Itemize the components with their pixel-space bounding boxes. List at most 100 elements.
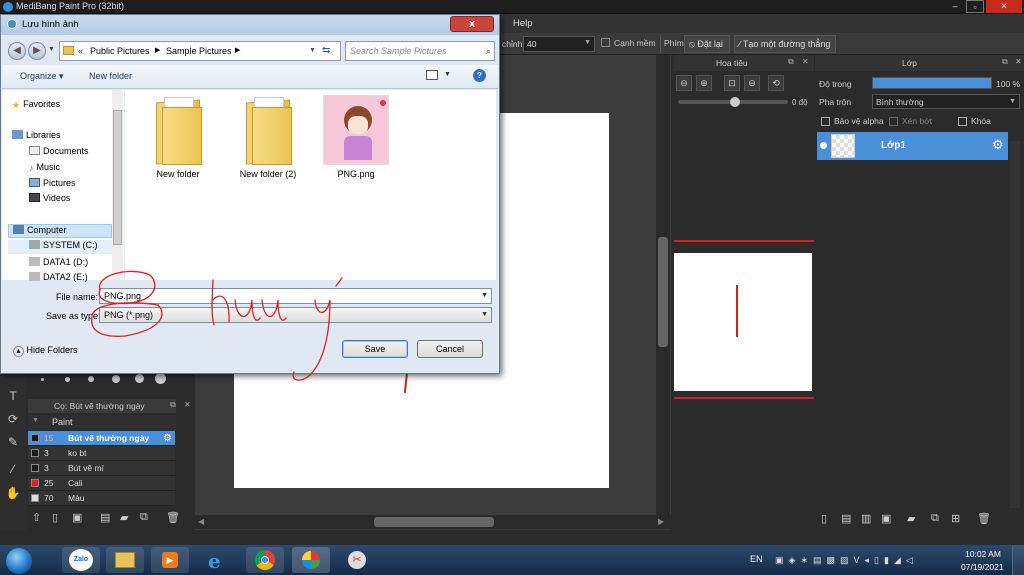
organize-button[interactable]: Organize ▾ (20, 71, 64, 82)
nav-scrollbar[interactable] (112, 90, 123, 280)
canvas-horizontal-scrollbar[interactable]: ◀ ▶ (195, 515, 671, 529)
zoom-reset-icon[interactable]: ⊖ (744, 75, 760, 91)
layer-scrollbar[interactable] (1010, 141, 1020, 511)
nav-system-drive[interactable]: SYSTEM (C:) (8, 240, 112, 254)
view-chevron-icon[interactable]: ▼ (444, 71, 451, 78)
brush-item[interactable]: 3 ko bt (28, 446, 175, 461)
straight-line-button[interactable]: ∕ Tạo một đường thẳng (734, 35, 836, 53)
minimize-icon[interactable]: – (946, 0, 964, 13)
search-icon[interactable]: ⌕ (486, 42, 491, 60)
brush-size-select[interactable]: 40 ▼ (523, 36, 595, 52)
forward-icon[interactable]: ▶ (28, 42, 46, 60)
add-brush-icon[interactable]: ⇧ (32, 511, 41, 524)
popout-icon[interactable]: ⧉ (1002, 57, 1008, 67)
lasso-tool-icon[interactable]: ⟳ (3, 410, 23, 428)
language-indicator[interactable]: EN (750, 554, 763, 564)
rotation-slider[interactable] (678, 97, 788, 107)
blend-select[interactable]: Bình thường ▼ (872, 94, 1020, 109)
save-type-select[interactable]: PNG (*.png) ▼ (99, 307, 492, 323)
gear-icon[interactable]: ⚙ (992, 137, 1004, 153)
antialias-checkbox[interactable] (601, 38, 610, 47)
new-halftone-layer-icon[interactable]: ▤ (841, 512, 851, 525)
nav-computer[interactable]: Computer (8, 224, 112, 238)
trash-icon[interactable]: 🗑 (977, 512, 991, 525)
text-tool-icon[interactable]: T (3, 387, 23, 405)
maximize-icon[interactable]: ▫ (966, 0, 984, 13)
new-8bit-layer-icon[interactable]: ▥ (861, 512, 871, 525)
nav-favorites[interactable]: ★ Favorites (12, 99, 60, 110)
scroll-left-icon[interactable]: ◀ (198, 517, 204, 526)
taskbar-ie[interactable]: e (199, 547, 237, 573)
file-name-input[interactable]: PNG.png ▼ (99, 288, 492, 304)
new-layer-icon[interactable]: ▯ (821, 512, 827, 525)
scroll-right-icon[interactable]: ▶ (658, 517, 664, 526)
taskbar-zalo[interactable]: Zalo (62, 547, 100, 573)
address-bar[interactable]: « Public Pictures ▶ Sample Pictures ▶ ▼ … (59, 41, 341, 61)
new-brush-icon[interactable]: ▯ (52, 511, 58, 524)
brush-item[interactable]: 70 Màu (28, 491, 175, 506)
taskbar-media-player[interactable]: ▶ (151, 547, 189, 573)
vscroll-thumb[interactable] (658, 237, 668, 347)
taskbar-medibang[interactable] (292, 547, 330, 573)
taskbar-chrome[interactable] (246, 547, 284, 573)
brush-menu-icon[interactable]: ▣ (72, 511, 82, 524)
new-folder-button[interactable]: New folder (89, 71, 132, 81)
zoom-out-icon[interactable]: ⊖ (676, 75, 692, 91)
brush-item[interactable]: 3 Bút vẽ mí (28, 461, 175, 476)
opacity-slider[interactable] (872, 77, 992, 89)
hide-folders-button[interactable]: ▲ Hide Folders (13, 345, 78, 357)
brush-folder-icon[interactable]: ▰ (120, 511, 128, 524)
hand-tool-icon[interactable]: ✋ (3, 484, 23, 502)
close-panel-icon[interactable]: ✕ (184, 400, 191, 409)
nav-music[interactable]: ♪ Music (29, 162, 60, 173)
brush-settings-icon[interactable]: ▤ (100, 511, 110, 524)
reset-button[interactable]: ⦸ Đặt lại (684, 35, 730, 53)
merge-layer-icon[interactable]: ⊞ (951, 512, 960, 525)
close-panel-icon[interactable]: ✕ (1015, 57, 1022, 66)
help-icon[interactable]: ? (473, 69, 486, 82)
cancel-button[interactable]: Cancel (417, 340, 483, 358)
folder-item[interactable]: New folder (140, 95, 216, 179)
breadcrumb-item[interactable]: Public Pictures (90, 42, 150, 60)
clipping-checkbox[interactable] (889, 117, 898, 126)
close-panel-icon[interactable]: ✕ (802, 57, 809, 66)
file-item[interactable]: PNG.png (318, 95, 394, 179)
nav-pictures[interactable]: Pictures (29, 178, 76, 188)
canvas-vertical-scrollbar[interactable] (656, 55, 670, 515)
clock-date[interactable]: 07/19/2021 (961, 562, 1004, 572)
save-button[interactable]: Save (342, 340, 408, 358)
layer-row[interactable]: Lớp1 ⚙ (817, 132, 1008, 160)
recent-chevron-icon[interactable]: ▼ (48, 46, 55, 53)
rotation-slider-thumb[interactable] (730, 97, 740, 107)
taskbar-snipping[interactable]: ✂ (338, 547, 376, 573)
start-button[interactable] (6, 548, 32, 574)
trash-icon[interactable]: 🗑 (166, 511, 180, 524)
brush-item[interactable]: 25 Cali (28, 476, 175, 491)
view-icon[interactable] (426, 70, 438, 80)
search-input[interactable]: Search Sample Pictures ⌕ (345, 41, 495, 61)
folder-item[interactable]: New folder (2) (230, 95, 306, 179)
hscroll-thumb[interactable] (374, 517, 494, 527)
brush-item[interactable]: 15 Bút vẽ thường ngày ⚙ (28, 431, 175, 446)
brush-group-header[interactable]: ▼ Paint (28, 415, 176, 429)
popout-icon[interactable]: ⧉ (788, 57, 794, 67)
zoom-in-icon[interactable]: ⊕ (696, 75, 712, 91)
visibility-icon[interactable] (820, 142, 827, 149)
system-tray-icons[interactable]: ▣◈∗▤▩▨V◂▯▮◢◁ (775, 555, 918, 566)
brush-duplicate-icon[interactable]: ⧉ (140, 511, 148, 524)
protect-alpha-checkbox[interactable] (821, 117, 830, 126)
nav-data2-drive[interactable]: DATA2 (E:) (29, 272, 88, 282)
back-icon[interactable]: ◀ (8, 42, 26, 60)
gear-icon[interactable]: ⚙ (163, 431, 172, 446)
eyedropper-tool-icon[interactable]: ⁄ (3, 460, 23, 478)
duplicate-layer-icon[interactable]: ⧉ (931, 512, 939, 525)
taskbar-explorer[interactable] (106, 547, 144, 573)
nav-documents[interactable]: Documents (29, 146, 89, 156)
show-desktop-button[interactable] (1012, 545, 1024, 575)
rotate-icon[interactable]: ⟲ (768, 75, 784, 91)
folder-icon[interactable]: ▰ (907, 512, 915, 525)
navigator-preview[interactable] (674, 253, 812, 391)
pen-tool-icon[interactable]: ✎ (3, 433, 23, 451)
fit-icon[interactable]: ⊡ (724, 75, 740, 91)
chevron-down-icon[interactable]: ▼ (481, 292, 488, 299)
